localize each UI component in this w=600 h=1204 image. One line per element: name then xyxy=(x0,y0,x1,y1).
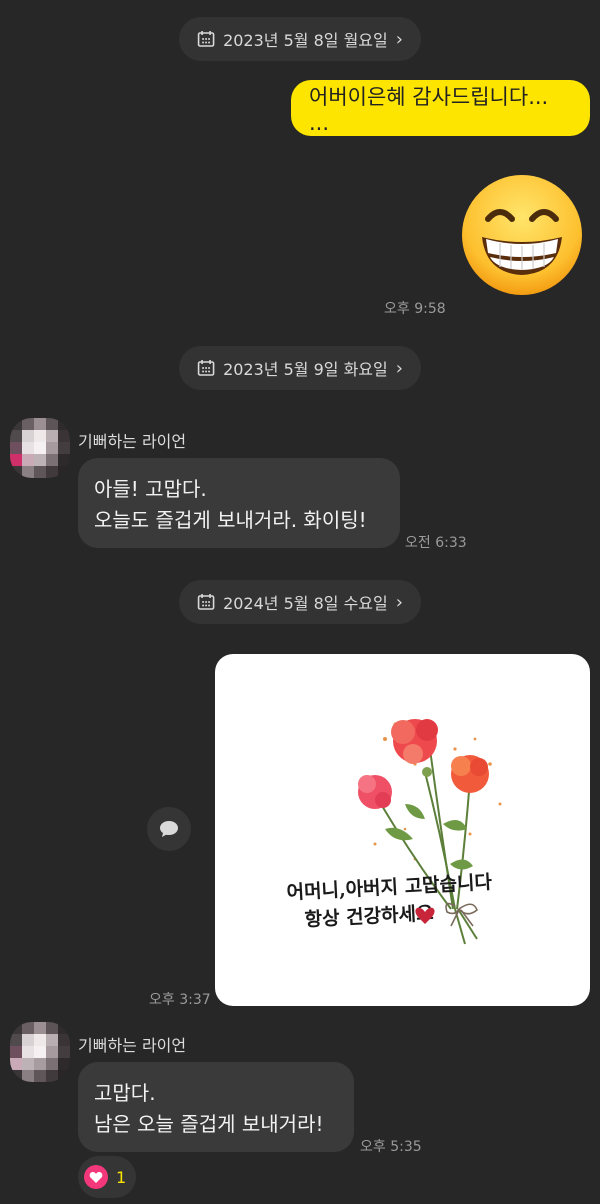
sender-name: 기뻐하는 라이언 xyxy=(78,432,187,451)
avatar[interactable] xyxy=(10,418,70,478)
sender-name: 기뻐하는 라이언 xyxy=(78,1036,187,1055)
chevron-right-icon: › xyxy=(395,357,403,379)
message-line: 아들! 고맙다. xyxy=(94,477,207,501)
carnation-photo[interactable]: 어머니,아버지 고맙습니다 항상 건강하세요 xyxy=(215,654,590,1006)
reaction-count: 1 xyxy=(116,1167,127,1187)
calendar-icon xyxy=(197,594,215,610)
date-divider[interactable]: 2023년 5월 9일 화요일 › xyxy=(179,346,421,390)
their-message-bubble[interactable]: 아들! 고맙다. 오늘도 즐겁게 보내거라. 화이팅! xyxy=(78,458,400,548)
message-time: 오후 9:58 xyxy=(384,301,446,317)
heart-icon xyxy=(84,1165,108,1189)
chevron-right-icon: › xyxy=(395,591,403,613)
message-time: 오전 6:33 xyxy=(405,535,467,551)
message-line: 남은 오늘 즐겁게 보내거라! xyxy=(94,1112,324,1136)
message-line: 오늘도 즐겁게 보내거라. 화이팅! xyxy=(94,508,367,532)
calendar-icon xyxy=(197,31,215,47)
date-label: 2023년 5월 8일 월요일 xyxy=(223,31,388,50)
card-text-line1: 어머니,아버지 고맙습니다 xyxy=(286,871,493,904)
message-line: 고맙다. xyxy=(94,1081,156,1105)
avatar[interactable] xyxy=(10,1022,70,1082)
share-button[interactable] xyxy=(147,807,191,851)
message-time: 오후 5:35 xyxy=(360,1139,422,1155)
date-label: 2024년 5월 8일 수요일 xyxy=(223,594,388,613)
my-message-bubble[interactable]: 어버이은혜 감사드립니다... ... xyxy=(291,80,590,136)
message-time: 오후 3:37 xyxy=(149,992,211,1008)
chevron-right-icon: › xyxy=(395,28,403,50)
date-label: 2023년 5월 9일 화요일 xyxy=(223,360,388,379)
reaction-badge[interactable]: 1 xyxy=(78,1156,137,1198)
date-divider[interactable]: 2023년 5월 8일 월요일 › xyxy=(179,17,421,61)
grinning-face-emoji-icon[interactable] xyxy=(460,173,584,301)
calendar-icon xyxy=(197,360,215,376)
their-message-bubble[interactable]: 고맙다. 남은 오늘 즐겁게 보내거라! xyxy=(78,1062,354,1152)
date-divider[interactable]: 2024년 5월 8일 수요일 › xyxy=(179,580,421,624)
message-text: 어버이은혜 감사드립니다... ... xyxy=(309,85,549,135)
speech-bubble-icon xyxy=(160,821,178,837)
card-text-line2: 항상 건강하세요 xyxy=(304,902,434,931)
